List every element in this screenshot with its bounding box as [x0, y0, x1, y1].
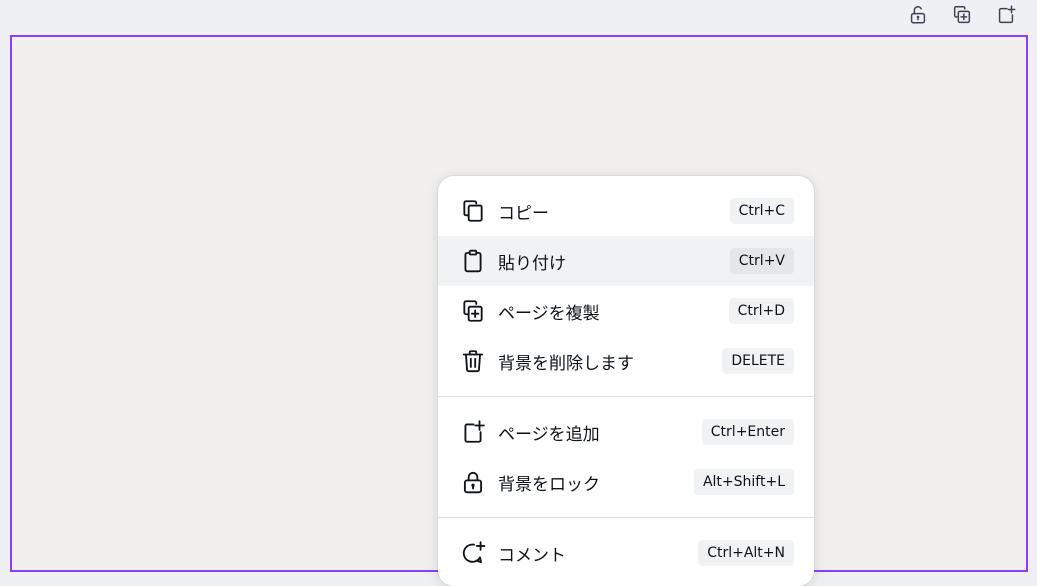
duplicate-page-button[interactable]	[945, 0, 979, 34]
menu-item-label: 貼り付け	[498, 253, 566, 274]
menu-item-comment[interactable]: コメント Ctrl+Alt+N	[438, 528, 814, 578]
duplicate-page-icon	[951, 4, 973, 30]
menu-item-copy[interactable]: コピー Ctrl+C	[438, 186, 814, 236]
page-toolbar	[901, 0, 1037, 34]
shortcut-badge: Ctrl+V	[729, 248, 794, 274]
shortcut-badge: DELETE	[722, 348, 794, 374]
menu-item-label: コピー	[498, 203, 549, 224]
shortcut-badge: Ctrl+Enter	[701, 419, 794, 445]
add-page-icon	[460, 419, 486, 445]
menu-item-label: ページを複製	[498, 303, 600, 324]
add-page-icon	[995, 4, 1017, 30]
lock-icon	[460, 469, 486, 495]
lock-page-button[interactable]	[901, 0, 935, 34]
menu-item-label: コメント	[498, 545, 566, 566]
copy-icon	[460, 198, 486, 224]
trash-icon	[460, 348, 486, 374]
menu-item-label: ページを追加	[498, 424, 600, 445]
context-menu: コピー Ctrl+C 貼り付け Ctrl+V ページを複製 Ctrl+D 背景を…	[438, 176, 814, 586]
menu-item-add-page[interactable]: ページを追加 Ctrl+Enter	[438, 407, 814, 457]
shortcut-badge: Alt+Shift+L	[693, 469, 794, 495]
shortcut-badge: Ctrl+Alt+N	[698, 540, 794, 566]
menu-item-paste[interactable]: 貼り付け Ctrl+V	[438, 236, 814, 286]
menu-item-lock-background[interactable]: 背景をロック Alt+Shift+L	[438, 457, 814, 507]
shortcut-badge: Ctrl+D	[728, 298, 794, 324]
menu-divider	[438, 396, 814, 397]
lock-open-icon	[907, 4, 929, 30]
menu-item-label: 背景をロック	[498, 474, 600, 495]
clipboard-icon	[460, 248, 486, 274]
menu-divider	[438, 517, 814, 518]
menu-item-delete-background[interactable]: 背景を削除します DELETE	[438, 336, 814, 386]
duplicate-page-icon	[460, 298, 486, 324]
menu-item-duplicate-page[interactable]: ページを複製 Ctrl+D	[438, 286, 814, 336]
menu-item-label: 背景を削除します	[498, 353, 634, 374]
comment-add-icon	[460, 540, 486, 566]
add-page-button[interactable]	[989, 0, 1023, 34]
shortcut-badge: Ctrl+C	[729, 198, 794, 224]
